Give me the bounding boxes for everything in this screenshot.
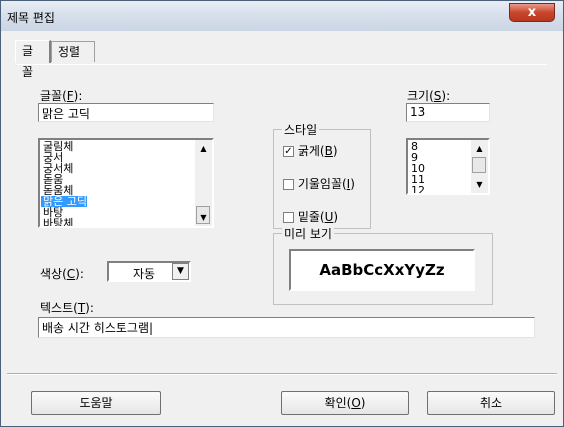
close-icon: x bbox=[527, 5, 537, 20]
tab-font[interactable]: 글꼴 bbox=[15, 40, 51, 79]
tab-font-label: 글꼴 bbox=[22, 44, 34, 79]
size-listbox[interactable]: 8 9 10 11 12 ▲ ▼ bbox=[406, 138, 490, 195]
underline-checkbox[interactable] bbox=[283, 212, 294, 223]
cancel-button-label: 취소 bbox=[479, 396, 503, 410]
help-button-label: 도움말 bbox=[79, 396, 113, 410]
window-title: 제목 편집 bbox=[7, 11, 55, 25]
italic-label: 기울임꼴(I) bbox=[297, 177, 355, 191]
ok-button-label: 확인(O) bbox=[324, 396, 366, 410]
preview-sample-text: AaBbCcXxYyZz bbox=[319, 261, 445, 279]
chevron-down-icon[interactable]: ▼ bbox=[172, 263, 189, 280]
size-field[interactable]: 13 bbox=[406, 103, 490, 122]
color-combobox[interactable]: 자동 ▼ bbox=[107, 261, 191, 282]
bold-label: 굵게(B) bbox=[297, 144, 338, 158]
font-list-scrollbar[interactable]: ▲ ▼ bbox=[195, 140, 212, 226]
scroll-down-icon[interactable]: ▼ bbox=[471, 176, 488, 193]
text-cursor: | bbox=[149, 321, 154, 335]
title-text-value: 배송 시간 히스토그램 bbox=[42, 321, 149, 335]
font-name-value: 맑은 고딕 bbox=[42, 107, 90, 121]
style-group-title: 스타일 bbox=[282, 121, 320, 138]
text-label: 텍스트(T): bbox=[40, 301, 94, 315]
font-name-field[interactable]: 맑은 고딕 bbox=[38, 103, 214, 122]
tab-align[interactable]: 정렬 bbox=[51, 41, 95, 62]
italic-checkbox[interactable] bbox=[283, 179, 294, 190]
underline-label: 밑줄(U) bbox=[297, 210, 339, 224]
help-button[interactable]: 도움말 bbox=[31, 391, 161, 415]
font-list-item[interactable]: 바탕체 bbox=[41, 218, 87, 226]
dialog-client: 글꼴 정렬 글꼴(F): 맑은 고딕 굴림체 궁서 궁서체 돋움 돋움체 맑은 고딕 바탕 바… bbox=[7, 31, 557, 421]
scroll-down-icon[interactable]: ▼ bbox=[195, 209, 212, 226]
font-listbox[interactable]: 굴림체 궁서 궁서체 돋움 돋움체 맑은 고딕 바탕 바탕체 ▲ ▼ bbox=[38, 138, 214, 228]
color-label: 색상(C): bbox=[40, 267, 84, 281]
size-list-items: 8 9 10 11 12 bbox=[409, 141, 425, 193]
font-label: 글꼴(F): bbox=[40, 89, 83, 103]
preview-group-title: 미리 보기 bbox=[282, 225, 334, 242]
title-bar[interactable]: 제목 편집 x bbox=[1, 1, 563, 31]
cancel-button[interactable]: 취소 bbox=[427, 391, 555, 415]
dialog-window: 제목 편집 x 글꼴 정렬 글꼴(F): 맑은 고딕 굴림체 궁서 궁서체 돋움 돋움체… bbox=[0, 0, 564, 427]
button-separator bbox=[7, 373, 557, 375]
tab-panel: 글꼴(F): 맑은 고딕 굴림체 궁서 궁서체 돋움 돋움체 맑은 고딕 바탕 바탕체 ▲ ▼… bbox=[17, 64, 547, 367]
bold-checkbox[interactable]: ✓ bbox=[283, 146, 294, 157]
scroll-thumb[interactable] bbox=[472, 157, 486, 173]
preview-box: AaBbCcXxYyZz bbox=[289, 249, 475, 291]
scroll-up-icon[interactable]: ▲ bbox=[195, 140, 212, 157]
size-list-scrollbar[interactable]: ▲ ▼ bbox=[471, 140, 488, 193]
close-button[interactable]: x bbox=[509, 3, 555, 22]
size-value: 13 bbox=[410, 105, 426, 119]
bold-checkbox-row[interactable]: ✓ 굵게(B) bbox=[283, 142, 338, 159]
color-value: 자동 bbox=[133, 267, 156, 281]
tab-align-label: 정렬 bbox=[58, 45, 81, 59]
title-text-field[interactable]: 배송 시간 히스토그램| bbox=[38, 317, 535, 338]
check-icon: ✓ bbox=[284, 146, 293, 157]
size-list-item[interactable]: 12 bbox=[409, 185, 425, 193]
size-label: 크기(S): bbox=[407, 89, 451, 103]
font-list-items: 굴림체 궁서 궁서체 돋움 돋움체 맑은 고딕 바탕 바탕체 bbox=[41, 141, 87, 226]
ok-button[interactable]: 확인(O) bbox=[281, 391, 409, 415]
underline-checkbox-row[interactable]: 밑줄(U) bbox=[283, 208, 338, 225]
italic-checkbox-row[interactable]: 기울임꼴(I) bbox=[283, 175, 355, 192]
scroll-up-icon[interactable]: ▲ bbox=[471, 140, 488, 157]
